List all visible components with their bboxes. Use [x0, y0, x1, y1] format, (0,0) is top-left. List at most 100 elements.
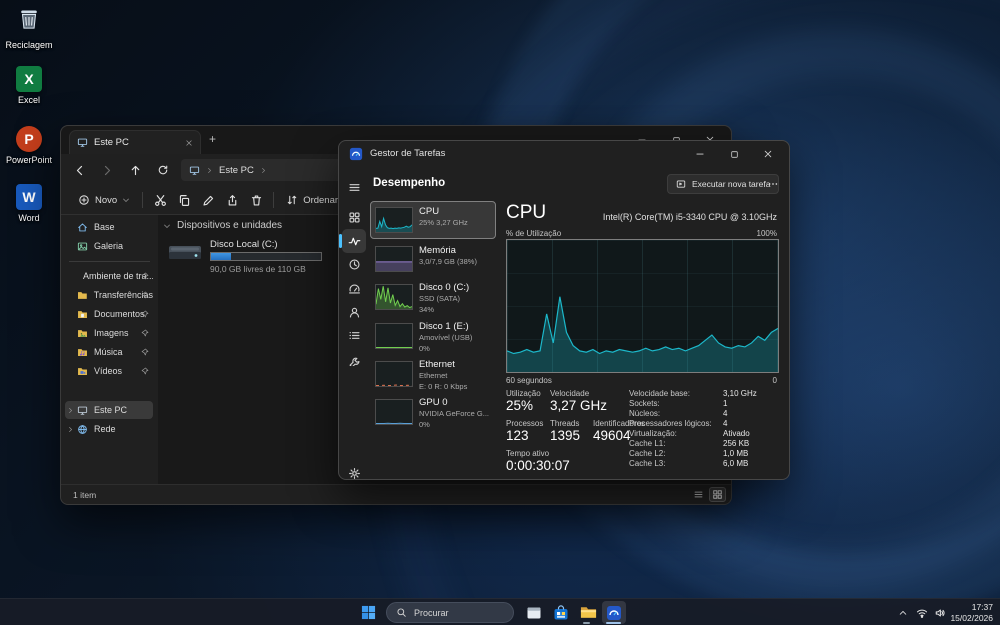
sidebar-item-gallery[interactable]: Galeria: [65, 237, 153, 255]
word-icon: W: [16, 184, 42, 210]
refresh-button[interactable]: [151, 159, 175, 181]
desktop-icon-recycle-bin[interactable]: Reciclagem: [0, 6, 58, 50]
taskman-nav-rail: [339, 167, 369, 479]
taskbar-search[interactable]: Procurar: [386, 602, 514, 623]
cpu-graph-svg: [507, 240, 778, 372]
toolbar-separator: [142, 192, 144, 208]
detail-row: Cache L2: 1,0 MB: [629, 449, 783, 458]
new-button[interactable]: Novo: [71, 189, 137, 211]
more-options-button[interactable]: [763, 174, 783, 194]
stat-value: 0:00:30:07: [506, 458, 570, 473]
stat-label: Tempo ativo: [506, 449, 550, 458]
detail-label: Sockets:: [629, 399, 660, 408]
maximize-button[interactable]: [717, 141, 751, 167]
stat-value: 123: [506, 428, 529, 443]
perf-item-sub: Amovível (USB): [419, 333, 473, 342]
stat-label: Threads: [550, 419, 580, 428]
cut-button[interactable]: [148, 189, 172, 211]
perf-item-title: Disco 1 (E:): [419, 321, 469, 332]
menu-button[interactable]: [342, 175, 366, 199]
taskbar-file-explorer[interactable]: [576, 601, 600, 624]
sidebar-item-videos[interactable]: Vídeos: [65, 362, 153, 380]
new-button-label: Novo: [95, 194, 118, 206]
powerpoint-icon: P: [16, 126, 42, 152]
forward-button[interactable]: [95, 159, 119, 181]
sidebar-item-documents[interactable]: Documentos: [65, 305, 153, 323]
documents-folder-icon: [78, 310, 87, 318]
app-history-tab[interactable]: [342, 252, 366, 276]
network-globe-icon: [78, 424, 87, 434]
taskbar-app-window[interactable]: [522, 601, 546, 624]
app-window-icon: [527, 607, 541, 618]
start-button[interactable]: [356, 601, 380, 624]
taskman-title-bar[interactable]: Gestor de Tarefas: [339, 141, 789, 167]
sidebar-item-this-pc[interactable]: Este PC: [65, 401, 153, 419]
back-button[interactable]: [67, 159, 91, 181]
clock-time: 17:37: [971, 602, 993, 612]
perf-item-title: GPU 0: [419, 397, 448, 408]
details-tab[interactable]: [342, 323, 366, 347]
detail-label: Cache L2:: [629, 449, 666, 458]
perf-item-title: CPU: [419, 206, 440, 217]
settings-icon[interactable]: [342, 461, 366, 485]
tray-volume[interactable]: [934, 599, 946, 625]
tab-title: Este PC: [94, 137, 129, 148]
close-button[interactable]: [751, 141, 785, 167]
up-button[interactable]: [123, 159, 147, 181]
detail-row: Virtualização: Ativado: [629, 429, 783, 438]
services-tab[interactable]: [342, 347, 366, 371]
graph-axis-top-left: % de Utilização: [506, 229, 562, 238]
sidebar-item-pictures[interactable]: Imagens: [65, 324, 153, 342]
taskbar-task-manager[interactable]: [602, 601, 626, 624]
explorer-sidebar: Base Galeria Ambiente de tra... Transfer…: [61, 215, 158, 484]
processes-tab[interactable]: [342, 205, 366, 229]
delete-button[interactable]: [244, 189, 268, 211]
explorer-tab-este-pc[interactable]: Este PC: [69, 130, 201, 154]
minimize-button[interactable]: [683, 141, 717, 167]
drive-name: Disco Local (C:): [210, 239, 278, 250]
desktop-icon-label: Reciclagem: [5, 40, 53, 50]
taskbar-store[interactable]: [549, 601, 573, 624]
detail-value: 6,0 MB: [723, 459, 749, 468]
pin-icon: [141, 367, 149, 375]
sidebar-item-label: Este PC: [94, 405, 128, 415]
perf-item-sub: 25% 3,27 GHz: [419, 218, 468, 227]
clock-date: 15/02/2026: [950, 612, 993, 623]
sidebar-item-network[interactable]: Rede: [65, 420, 153, 438]
icons-view-button[interactable]: [709, 487, 726, 502]
startup-apps-tab[interactable]: [342, 276, 366, 300]
chevron-right-icon: [69, 407, 72, 413]
details-view-button[interactable]: [690, 487, 707, 502]
breadcrumb-root[interactable]: Este PC: [219, 165, 254, 176]
desktop-icon-word[interactable]: W Word: [0, 184, 58, 223]
sidebar-item-desktop[interactable]: Ambiente de tra...: [65, 267, 153, 285]
desktop-icon-excel[interactable]: X Excel: [0, 66, 58, 105]
task-manager-app-icon: [349, 147, 363, 161]
taskbar-clock[interactable]: 17:37 15/02/2026: [950, 602, 993, 623]
sidebar-item-downloads[interactable]: Transferências: [65, 286, 153, 304]
sidebar-item-label: Imagens: [94, 328, 129, 338]
tray-network[interactable]: [916, 599, 928, 625]
run-task-icon: [676, 180, 686, 188]
sidebar-item-home[interactable]: Base: [65, 218, 153, 236]
wifi-icon: [916, 609, 928, 618]
desktop-icon-powerpoint[interactable]: P PowerPoint: [0, 126, 58, 165]
tray-show-hidden-icons[interactable]: [898, 599, 908, 625]
performance-tab[interactable]: [342, 229, 366, 253]
tab-close-icon[interactable]: [185, 139, 193, 147]
sidebar-item-label: Base: [94, 222, 115, 232]
sort-button[interactable]: Ordenar: [279, 189, 345, 211]
rename-button[interactable]: [196, 189, 220, 211]
sort-icon: [287, 195, 297, 205]
section-devices-and-drives[interactable]: Dispositivos e unidades: [163, 220, 282, 231]
file-explorer-icon: [580, 607, 596, 618]
taskbar: Procurar 17:37 15/02/2026: [0, 598, 1000, 625]
recycle-bin-icon: [21, 10, 37, 29]
users-tab[interactable]: [342, 300, 366, 324]
sidebar-item-music[interactable]: Música: [65, 343, 153, 361]
chevron-down-icon: [164, 224, 170, 228]
new-tab-button[interactable]: +: [209, 133, 216, 145]
desktop-icon-label: Word: [18, 213, 40, 223]
share-button[interactable]: [220, 189, 244, 211]
copy-button[interactable]: [172, 189, 196, 211]
